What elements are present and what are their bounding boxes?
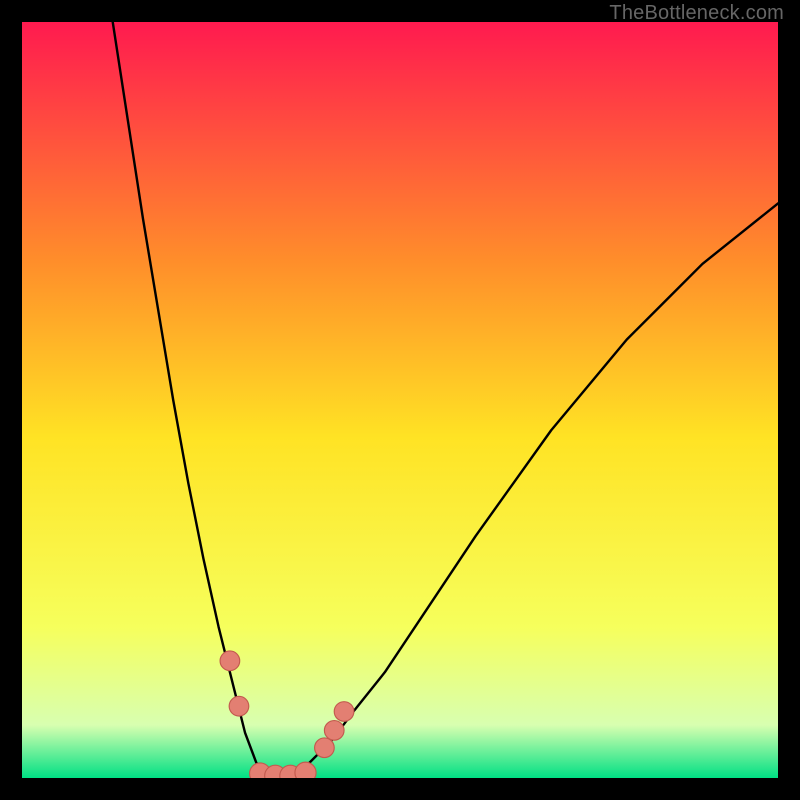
curve-marker: [324, 721, 344, 741]
bottleneck-chart: [22, 22, 778, 778]
curve-marker: [334, 702, 354, 722]
curve-marker: [295, 762, 316, 778]
curve-marker: [220, 651, 240, 671]
curve-marker: [315, 738, 335, 758]
curve-marker: [229, 696, 249, 716]
gradient-background: [22, 22, 778, 778]
